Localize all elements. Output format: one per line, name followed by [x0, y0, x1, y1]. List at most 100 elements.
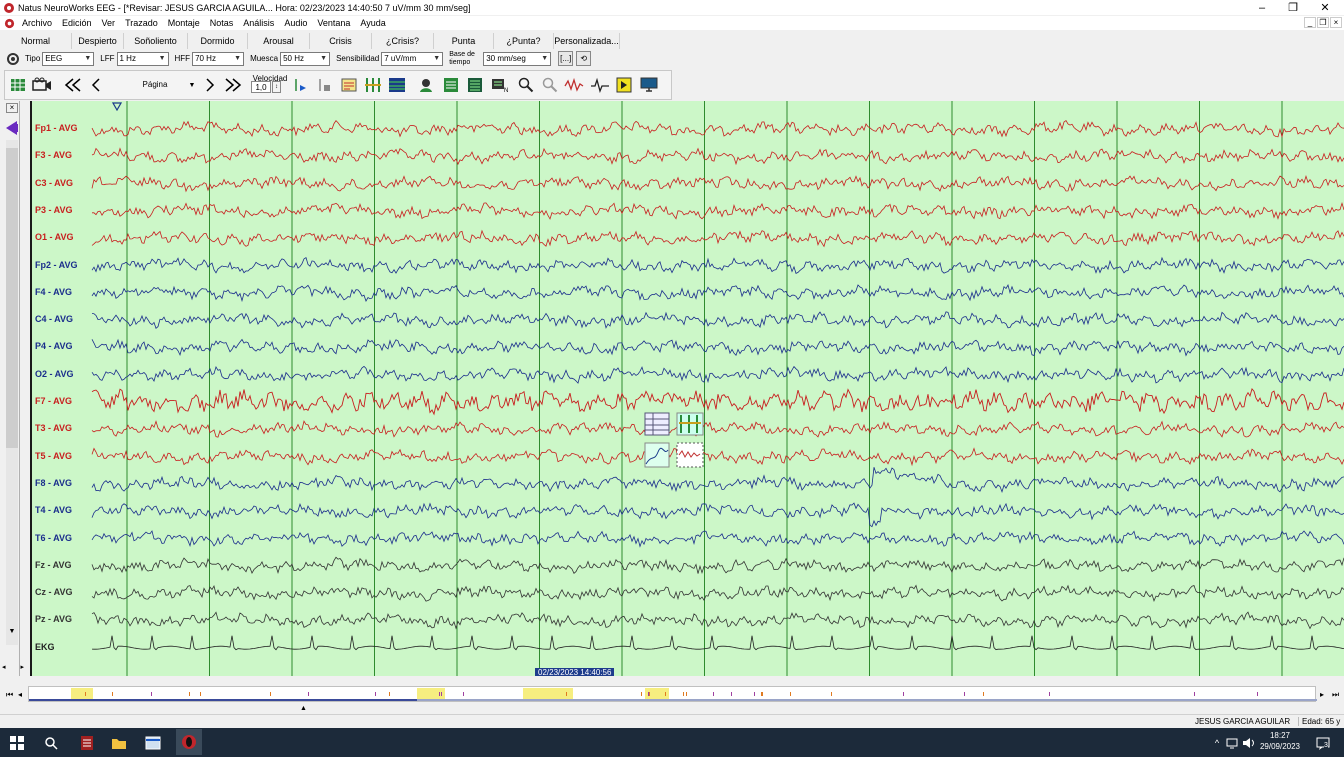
timeline-marker[interactable] [964, 692, 965, 696]
timeline-marker[interactable] [308, 692, 309, 696]
minimize-button[interactable]: – [1247, 0, 1277, 15]
windows-start-icon[interactable] [8, 734, 26, 752]
report-icon[interactable] [441, 76, 461, 94]
timeline-marker[interactable] [112, 692, 113, 696]
channel-label[interactable]: T3 - AVG [35, 423, 72, 433]
timeline-marker[interactable] [270, 692, 271, 696]
timeline-marker[interactable] [1194, 692, 1195, 696]
zoom-out-icon[interactable] [541, 76, 559, 94]
neuroworks-app-icon[interactable] [78, 734, 96, 752]
horizontal-mini-scroll[interactable]: ◂ ▸ [2, 663, 24, 673]
channel-label[interactable]: F3 - AVG [35, 150, 72, 160]
timeline-next-icon[interactable]: ▸ [1320, 690, 1324, 699]
base-tiempo-select[interactable]: 30 mm/seg ▼ [483, 51, 552, 66]
next-icon[interactable] [203, 76, 217, 94]
timeline-marker[interactable] [200, 692, 201, 696]
timeline-marker[interactable] [641, 692, 642, 696]
pulse-icon[interactable] [589, 76, 611, 94]
channel-label[interactable]: Fp2 - AVG [35, 260, 78, 270]
sensibilidad-select[interactable]: 7 uV/mm ▼ [381, 51, 444, 66]
network-icon[interactable]: N [489, 76, 511, 94]
timeline-marker[interactable] [762, 692, 763, 696]
waveform-icon[interactable] [563, 76, 585, 94]
timeline-start-icon[interactable]: ⏮ [6, 690, 13, 700]
eeg-trace-panel[interactable]: Fp1 - AVG F3 - AVG C3 - AVG P3 - AVG O1 - AV… [30, 101, 1344, 676]
monitor-icon[interactable] [639, 76, 659, 94]
lff-select[interactable]: 1 Hz ▼ [116, 51, 169, 66]
timeline-end-icon[interactable]: ⏭ [1332, 690, 1339, 700]
state-normal-button[interactable]: Normal [0, 33, 72, 49]
montage-edit-icon[interactable] [339, 76, 359, 94]
analysis-tools-icon[interactable] [643, 409, 705, 471]
back-arrow-icon[interactable] [3, 118, 19, 138]
app-window-icon[interactable] [144, 734, 162, 752]
channel-label[interactable]: P3 - AVG [35, 205, 73, 215]
mdi-restore-button[interactable]: ❐ [1317, 17, 1329, 28]
channel-label[interactable]: O1 - AVG [35, 232, 74, 242]
timeline-marker[interactable] [441, 692, 442, 696]
timeline-marker[interactable] [189, 692, 190, 696]
channel-label[interactable]: P4 - AVG [35, 341, 73, 351]
timeline-marker[interactable] [754, 692, 755, 696]
channel-label[interactable]: Fp1 - AVG [35, 123, 78, 133]
timeline-marker[interactable] [151, 692, 152, 696]
hff-select[interactable]: 70 Hz ▼ [192, 51, 245, 66]
menu-edicion[interactable]: Edición [57, 18, 97, 28]
menu-notas[interactable]: Notas [205, 18, 239, 28]
state-posible-punta-button[interactable]: ¿Punta? [494, 33, 554, 49]
channel-label[interactable]: Cz - AVG [35, 587, 73, 597]
channel-label[interactable]: O2 - AVG [35, 369, 74, 379]
mdi-close-button[interactable]: × [1330, 17, 1342, 28]
timeline-position-icon[interactable]: ▲ [300, 705, 307, 712]
person-search-icon[interactable] [417, 76, 437, 94]
mdi-minimize-button[interactable]: _ [1304, 17, 1316, 28]
zoom-in-icon[interactable] [517, 76, 535, 94]
menu-audio[interactable]: Audio [279, 18, 312, 28]
timeline-marker[interactable] [831, 692, 832, 696]
stop-marker-icon[interactable] [315, 76, 333, 94]
timeline-marker[interactable] [790, 692, 791, 696]
channel-label[interactable]: F7 - AVG [35, 396, 72, 406]
tipo-select[interactable]: EEG ▼ [42, 51, 95, 66]
pagina-dropdown-icon[interactable]: ▼ [187, 76, 197, 94]
notification-icon[interactable]: 3 [1314, 734, 1332, 752]
play-marker-icon[interactable] [291, 76, 309, 94]
timeline-marker[interactable] [683, 692, 684, 696]
velocidad-input[interactable]: 1,0 [251, 81, 271, 93]
search-icon[interactable] [42, 734, 60, 752]
timeline-marker[interactable] [649, 692, 650, 696]
menu-archivo[interactable]: Archivo [17, 18, 57, 28]
timeline-prev-icon[interactable]: ◂ [18, 690, 22, 699]
state-sonoliento-button[interactable]: Soñoliento [124, 33, 188, 49]
state-despierto-button[interactable]: Despierto [72, 33, 124, 49]
restore-button[interactable]: ❐ [1278, 0, 1308, 15]
timeline-marker[interactable] [1257, 692, 1258, 696]
state-crisis-button[interactable]: Crisis [310, 33, 372, 49]
channel-label[interactable]: T5 - AVG [35, 451, 72, 461]
channel-label[interactable]: C4 - AVG [35, 314, 73, 324]
marker-icon[interactable] [615, 76, 633, 94]
gear-icon[interactable] [6, 52, 20, 66]
taskbar-clock[interactable]: 18:27 29/09/2023 [1258, 730, 1302, 752]
file-explorer-icon[interactable] [110, 734, 128, 752]
menu-montaje[interactable]: Montaje [163, 18, 205, 28]
state-posible-crisis-button[interactable]: ¿Crisis? [372, 33, 434, 49]
previous-icon[interactable] [89, 76, 103, 94]
timeline-marker[interactable] [1049, 692, 1050, 696]
page-list-icon[interactable] [465, 76, 485, 94]
timeline-marker[interactable] [463, 692, 464, 696]
video-camera-icon[interactable] [31, 76, 53, 94]
bracket-button[interactable]: [...] [558, 51, 574, 66]
timeline-marker[interactable] [85, 692, 86, 696]
timeline-marker[interactable] [731, 692, 732, 696]
close-button[interactable]: ✕ [1310, 0, 1340, 15]
channel-label[interactable]: Fz - AVG [35, 560, 72, 570]
channel-label[interactable]: EKG [35, 642, 55, 652]
channel-label[interactable]: F4 - AVG [35, 287, 72, 297]
menu-analisis[interactable]: Análisis [238, 18, 279, 28]
spreadsheet-icon[interactable] [387, 76, 407, 94]
channel-label[interactable]: T6 - AVG [35, 533, 72, 543]
channel-label[interactable]: C3 - AVG [35, 178, 73, 188]
state-dormido-button[interactable]: Dormido [188, 33, 248, 49]
state-punta-button[interactable]: Punta [434, 33, 494, 49]
